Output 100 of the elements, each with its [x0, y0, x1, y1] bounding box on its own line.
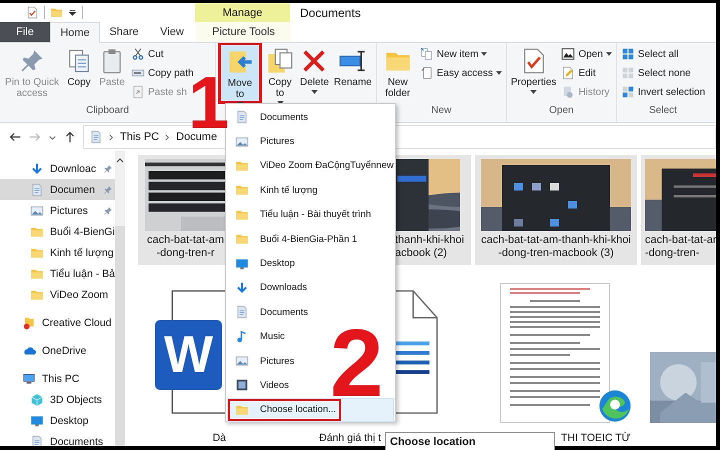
ribbon-button[interactable]: Select none	[618, 64, 708, 82]
file-name: -dong-tren-r	[155, 247, 216, 260]
grid-icon	[620, 47, 635, 61]
nav-item[interactable]: Desktop	[0, 410, 115, 431]
edit-icon	[561, 66, 576, 80]
image-icon	[235, 134, 249, 149]
nav-item[interactable]: This PC	[0, 368, 115, 389]
nav-item[interactable]: Creative Cloud	[0, 312, 115, 333]
group-label: Select	[649, 105, 677, 116]
history-icon	[561, 85, 576, 99]
nav-item[interactable]: Tiểu luận - Bả	[0, 263, 115, 284]
copy-folder-icon	[266, 47, 294, 75]
file-name: -dong-tren-macbook (3)	[497, 247, 615, 260]
group-label: Open	[549, 105, 574, 116]
document-icon	[30, 434, 44, 446]
shortcut-icon	[131, 85, 145, 99]
new-item-icon	[420, 47, 434, 61]
ribbon-button[interactable]: Properties	[508, 45, 558, 96]
computer-icon	[22, 372, 36, 386]
ribbon-button[interactable]: Invert selection	[618, 83, 708, 101]
ribbon-button[interactable]: Copy	[63, 45, 95, 90]
ribbon-button[interactable]: Delete	[298, 45, 331, 96]
ribbon-button[interactable]: Edit	[559, 64, 614, 82]
file-tile[interactable]: thanh-khi-khoi acbook (2)	[395, 155, 471, 265]
caret-icon	[481, 52, 488, 56]
word-icon: W	[155, 320, 222, 390]
image-icon	[235, 354, 249, 368]
nav-item[interactable]: Documen	[0, 179, 115, 200]
menu-item[interactable]: Buổi 4-BienGia-Phần 1	[227, 226, 394, 252]
folder-icon	[235, 183, 249, 198]
properties-icon[interactable]	[26, 6, 39, 19]
group-label: Clipboard	[86, 105, 129, 116]
file-name: cach-bat-tat-am-thanh-khi-khoi	[481, 234, 631, 247]
file-name: thanh-khi-khoi	[395, 234, 466, 247]
menu-item[interactable]: ViDeo Zoom ĐaCộngTuyểnnew	[227, 154, 394, 178]
ribbon-button[interactable]: New item	[418, 45, 504, 63]
window-title: Documents	[299, 6, 361, 20]
menu-item[interactable]: Documents	[227, 300, 394, 325]
chevron-icon[interactable]	[164, 132, 172, 142]
menu-item[interactable]: Desktop	[227, 251, 394, 276]
video-icon	[235, 378, 249, 392]
nav-item[interactable]: Buổi 4-BienGi	[0, 221, 115, 242]
menu-item[interactable]: Tiểu luận - Bài thuyết trình	[227, 202, 394, 227]
ribbon-button[interactable]: Cut	[129, 45, 166, 63]
browser-icon	[598, 389, 632, 423]
desktop-icon	[30, 414, 44, 428]
folder-icon	[22, 316, 36, 330]
desktop-icon	[235, 256, 249, 271]
group-label: New	[431, 105, 452, 116]
tooltip: Choose location	[385, 432, 555, 450]
ribbon-button[interactable]: Easy access	[418, 64, 504, 82]
context-tab-header[interactable]: Manage	[195, 3, 290, 22]
scrollbar[interactable]	[114, 151, 125, 446]
menu-item[interactable]: Downloads	[227, 276, 394, 300]
dropdown-icon[interactable]	[68, 8, 77, 17]
ribbon-button[interactable]: Move to	[218, 43, 262, 104]
menu-item[interactable]: Choose location...	[227, 398, 394, 422]
file-name: cach-bat-tat-am	[146, 234, 226, 247]
page-icon	[420, 66, 434, 80]
document-icon	[30, 182, 44, 196]
document-icon	[89, 130, 103, 144]
step-number: 2	[330, 328, 384, 400]
nav-item[interactable]: Kinh tế lượng	[0, 242, 115, 263]
scissors-icon	[131, 47, 145, 61]
file-name: Đánh giá thị t	[319, 432, 381, 445]
file-name: acbook (2)	[395, 247, 448, 260]
menu-item[interactable]: Pictures	[227, 129, 394, 154]
file-name: cach-bat-tat-ar	[645, 234, 716, 247]
nav-item[interactable]: 3D Objects	[0, 389, 115, 410]
image-icon	[561, 47, 576, 61]
up-arrow-icon[interactable]	[63, 130, 77, 144]
download-icon	[235, 280, 249, 295]
ribbon-button[interactable]: Rename	[332, 45, 374, 90]
ribbon-tab[interactable]: File	[0, 22, 50, 42]
breadcrumb[interactable]: Docume	[176, 131, 218, 143]
nav-item[interactable]: ViDeo Zoom	[0, 284, 115, 305]
file-tile[interactable]: cach-bat-tat-am -dong-tren-r	[138, 155, 226, 265]
cube-icon	[30, 392, 44, 406]
file-tile[interactable]: cach-bat-tat-am-thanh-khi-khoi -dong-tren-macbook (3)	[475, 155, 637, 265]
ribbon-tab[interactable]: Home	[50, 22, 100, 43]
caret-icon	[530, 90, 538, 94]
image-icon	[30, 204, 44, 218]
menu-item[interactable]: Documents	[227, 105, 394, 130]
download-icon	[30, 162, 44, 176]
menu-item[interactable]: Kinh tế lượng	[227, 178, 394, 203]
nav-item[interactable]: OneDrive	[0, 340, 115, 361]
breadcrumb[interactable]: This PC	[120, 131, 160, 143]
folder-icon	[235, 232, 249, 246]
ribbon-button[interactable]: Select all	[618, 45, 708, 63]
nav-item[interactable]: Pictures	[0, 200, 115, 221]
chevron-icon[interactable]	[108, 132, 115, 142]
file-tile[interactable]: cach-bat-tat-ar -dong-tren-	[641, 155, 716, 265]
grid-icon	[620, 85, 635, 99]
caret-icon	[310, 90, 318, 94]
ribbon-button[interactable]: Open	[559, 45, 614, 63]
back-icon[interactable]	[8, 130, 22, 144]
ribbon-button[interactable]: New folder	[378, 45, 417, 101]
ribbon-tab[interactable]: Picture Tools	[196, 22, 291, 42]
nav-item[interactable]: Documents	[0, 431, 115, 446]
nav-item[interactable]: Downloac	[0, 158, 115, 179]
